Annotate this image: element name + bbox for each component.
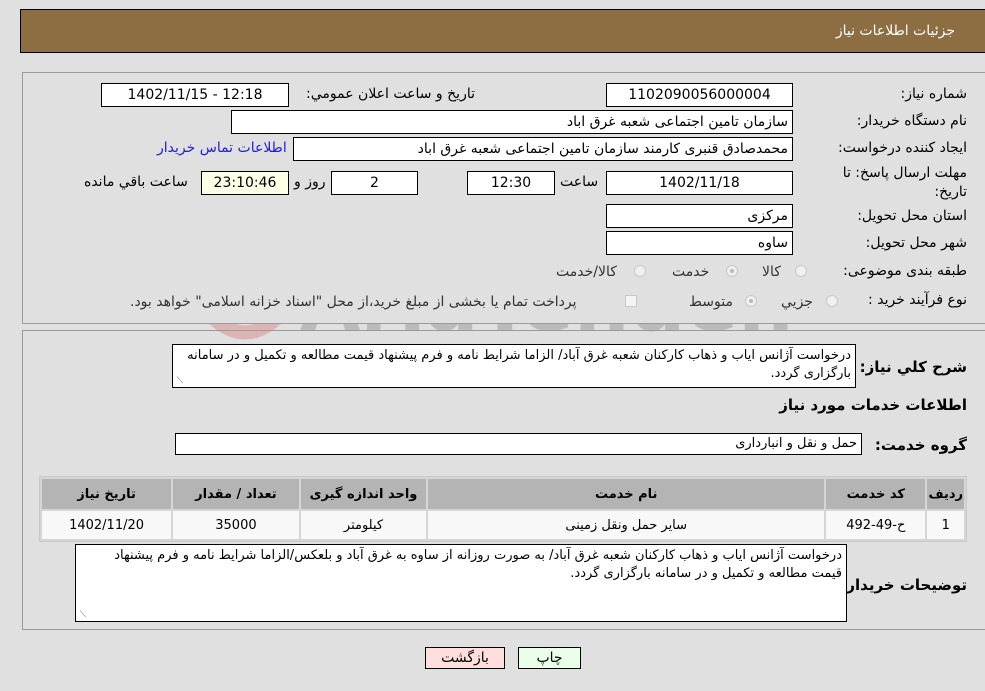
col-header-row-number: ردیف — [927, 479, 964, 509]
deadline-time-label: ساعت — [560, 174, 599, 190]
creator-field: محمدصادق قنبری کارمند سازمان تامین اجتما… — [293, 137, 793, 161]
page-header: جزئیات اطلاعات نیاز — [20, 9, 985, 53]
time-remaining-label: ساعت باقي مانده — [84, 174, 188, 190]
deadline-time-field: 12:30 — [467, 171, 555, 195]
service-group-field: حمل و نقل و انبارداری — [175, 433, 862, 455]
cell-service-name: سایر حمل ونقل زمینی — [428, 511, 825, 539]
announce-datetime-label: تاریخ و ساعت اعلان عمومي: — [306, 86, 475, 102]
category-option-goods-service: کالا/خدمت — [556, 264, 617, 280]
cell-row-number: 1 — [927, 511, 964, 539]
buyer-contact-link[interactable]: اطلاعات تماس خریدار — [157, 140, 287, 156]
table-row: 1 ح-49-492 سایر حمل ونقل زمینی کیلومتر 3… — [42, 511, 964, 539]
col-header-service-name: نام خدمت — [428, 479, 825, 509]
resize-grip-icon[interactable]: ⟋ — [78, 611, 86, 620]
deadline-date-field: 1402/11/18 — [606, 171, 793, 195]
announce-datetime-field: 1402/11/15 - 12:18 — [101, 83, 289, 107]
creator-label: ایجاد کننده درخواست: — [838, 140, 967, 156]
buyer-org-label: نام دستگاه خریدار: — [856, 113, 967, 129]
back-button[interactable]: بازگشت — [425, 647, 505, 669]
purchase-radio-minor[interactable] — [826, 295, 838, 307]
days-label: روز و — [294, 174, 326, 190]
purchase-radio-medium[interactable] — [745, 295, 757, 307]
category-label: طبقه بندی موضوعی: — [843, 263, 967, 279]
city-field: ساوه — [606, 231, 793, 255]
purchase-option-minor: جزيي — [781, 294, 813, 310]
purchase-option-medium: متوسط — [689, 294, 733, 310]
category-option-service: خدمت — [672, 264, 710, 280]
treasury-checkbox[interactable] — [625, 295, 637, 307]
purchase-type-label: نوع فرآیند خرید : — [868, 292, 967, 308]
buyer-notes-label: توضیحات خریدار: — [840, 576, 967, 594]
province-label: استان محل تحویل: — [857, 208, 967, 224]
cell-quantity: 35000 — [173, 511, 299, 539]
service-group-label: گروه خدمت: — [874, 436, 967, 454]
time-remaining-field: 23:10:46 — [201, 171, 289, 195]
resize-grip-icon[interactable]: ⟋ — [175, 377, 183, 386]
category-option-goods: کالا — [762, 264, 781, 280]
table-header-row: ردیف کد خدمت نام خدمت واحد اندازه گیری ت… — [42, 479, 964, 509]
buyer-notes-textarea[interactable]: درخواست آژانس ایاب و ذهاب کارکنان شعبه غ… — [75, 544, 847, 622]
description-text: درخواست آژانس ایاب و ذهاب کارکنان شعبه غ… — [187, 348, 851, 381]
deadline-label: مهلت ارسال پاسخ: تا تاریخ: — [842, 165, 967, 200]
services-section-title: اطلاعات خدمات مورد نیاز — [779, 396, 967, 414]
cell-need-date: 1402/11/20 — [42, 511, 172, 539]
print-button[interactable]: چاپ — [518, 647, 581, 669]
services-table: ردیف کد خدمت نام خدمت واحد اندازه گیری ت… — [39, 476, 967, 542]
cell-service-code: ح-49-492 — [826, 511, 926, 539]
page-title: جزئیات اطلاعات نیاز — [835, 23, 955, 39]
category-radio-goods[interactable] — [795, 265, 807, 277]
need-number-field: 1102090056000004 — [606, 83, 793, 107]
col-header-need-date: تاریخ نیاز — [42, 479, 172, 509]
city-label: شهر محل تحویل: — [865, 235, 967, 251]
province-field: مرکزی — [606, 204, 793, 228]
category-radio-service[interactable] — [726, 265, 738, 277]
buyer-org-field: سازمان تامین اجتماعی شعبه غرق اباد — [231, 110, 793, 134]
cell-unit: کیلومتر — [300, 511, 427, 539]
description-textarea[interactable]: درخواست آژانس ایاب و ذهاب کارکنان شعبه غ… — [172, 344, 856, 388]
description-label: شرح کلي نیاز: — [859, 358, 967, 376]
category-radio-goods-service[interactable] — [634, 265, 646, 277]
col-header-quantity: تعداد / مقدار — [173, 479, 299, 509]
buyer-notes-text: درخواست آژانس ایاب و ذهاب کارکنان شعبه غ… — [114, 548, 842, 581]
need-number-label: شماره نیاز: — [900, 86, 968, 102]
col-header-service-code: کد خدمت — [826, 479, 926, 509]
col-header-unit: واحد اندازه گیری — [300, 479, 427, 509]
days-remaining-field: 2 — [331, 171, 418, 195]
treasury-note: پرداخت تمام یا بخشی از مبلغ خرید،از محل … — [130, 294, 577, 310]
